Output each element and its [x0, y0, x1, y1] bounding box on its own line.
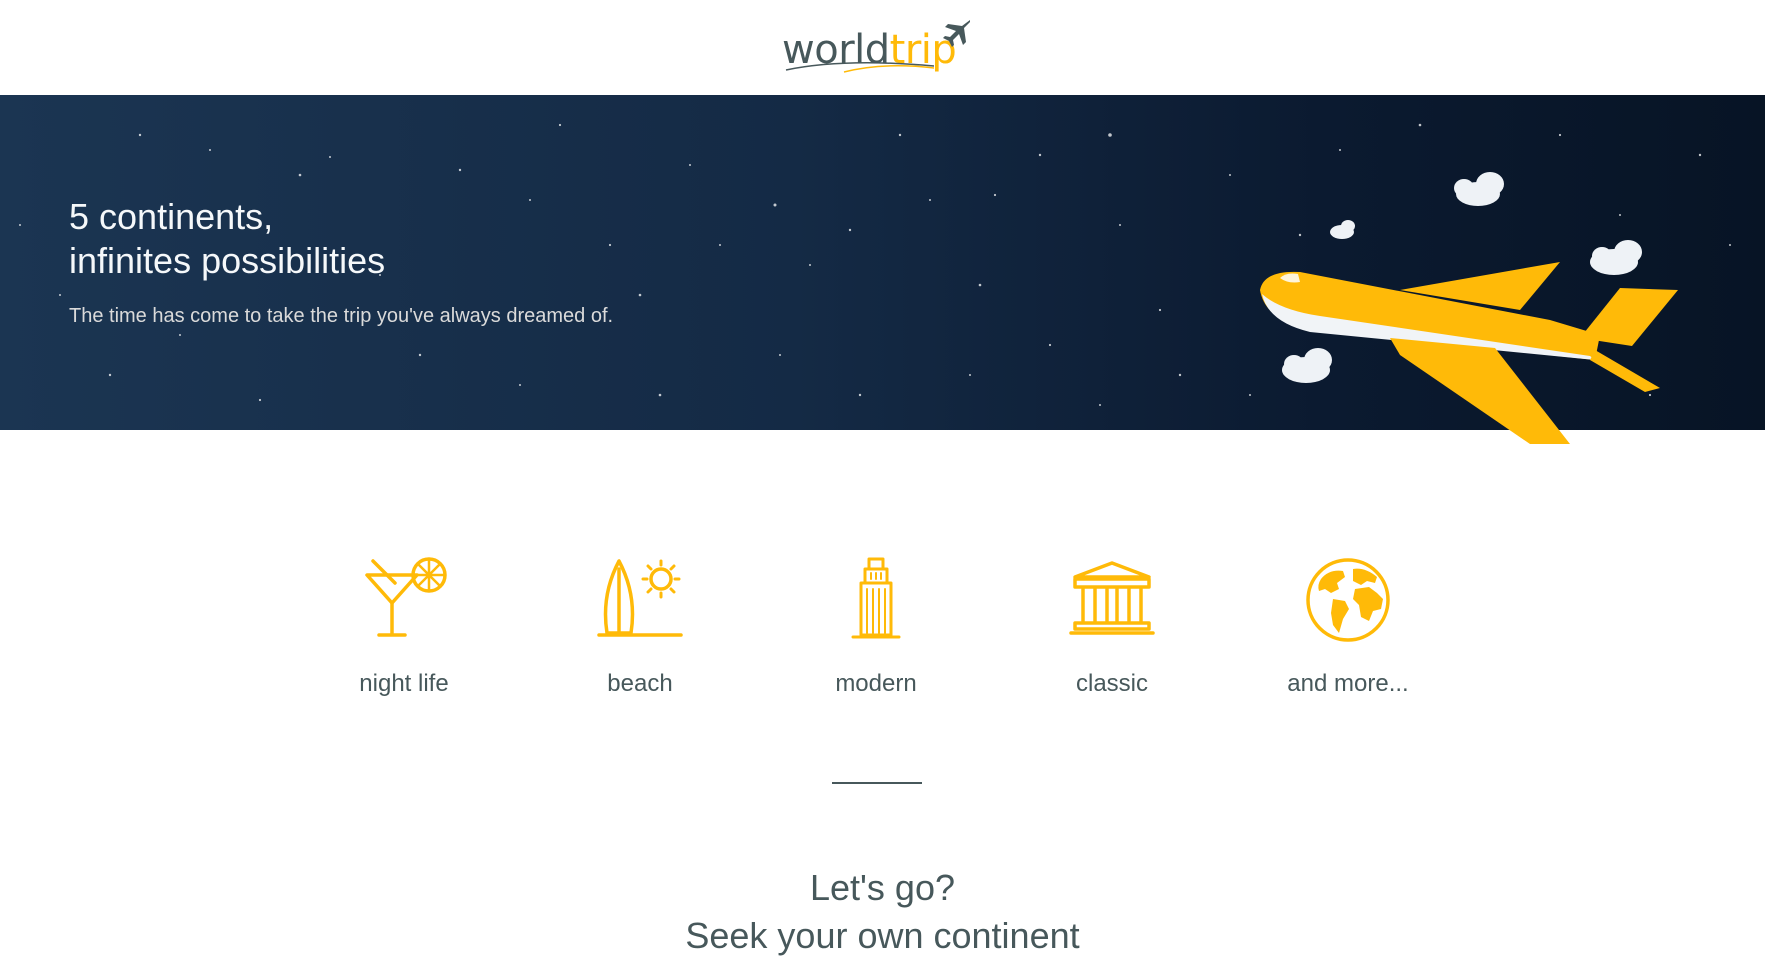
skyscraper-icon: [851, 557, 901, 639]
travel-type-label: and more...: [1287, 670, 1409, 697]
continents-heading: Let's go? Seek your own continent: [0, 864, 1765, 960]
travel-type-beach: beach: [545, 550, 735, 710]
travel-type-label: beach: [607, 670, 673, 697]
surfboard-sun-icon: [597, 559, 683, 637]
hero-title-line-1: 5 continents,: [69, 196, 274, 237]
hero-title: 5 continents, infinites possibilities: [69, 195, 385, 283]
airplane-illustration-icon: [1260, 172, 1678, 444]
airplane-icon: [943, 20, 970, 47]
hero-title-line-2: infinites possibilities: [69, 240, 386, 281]
travel-type-night-life: night life: [309, 550, 499, 710]
worldtrip-logo[interactable]: worldtrip: [782, 18, 972, 74]
travel-type-label: modern: [835, 670, 917, 697]
travel-type-and-more: and more...: [1253, 550, 1443, 710]
travel-type-label: night life: [359, 670, 449, 697]
hero-subtitle: The time has come to take the trip you'v…: [69, 305, 614, 327]
travel-types: night life beach modern classic and more…: [0, 550, 1765, 710]
travel-type-label: classic: [1075, 670, 1148, 697]
travel-type-classic: classic: [1017, 550, 1207, 710]
museum-icon: [1069, 561, 1155, 635]
cocktail-icon: [365, 557, 447, 637]
logo-swoosh-icon: [785, 62, 934, 73]
earth-globe-icon: [1306, 558, 1390, 642]
continents-heading-line-1: Let's go?: [810, 867, 955, 908]
section-divider: [832, 782, 922, 784]
continents-heading-line-2: Seek your own continent: [685, 915, 1080, 956]
travel-type-modern: modern: [781, 550, 971, 710]
header: worldtrip: [0, 0, 1765, 95]
